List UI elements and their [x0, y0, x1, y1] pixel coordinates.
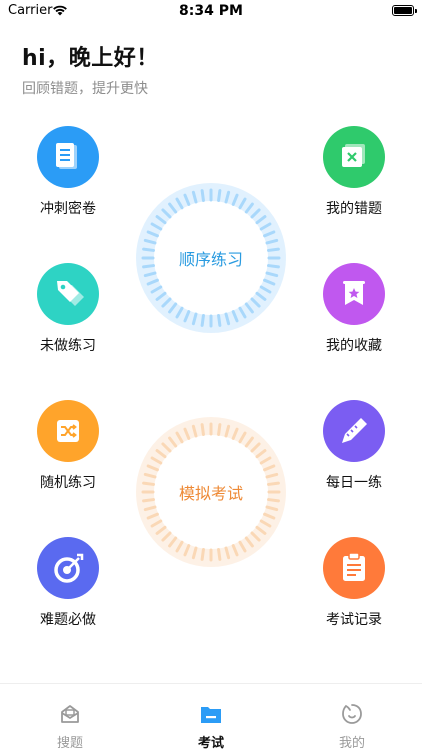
pencil-icon [323, 400, 385, 462]
feature-random-practice[interactable]: 随机练习 [8, 400, 128, 492]
feature-sprint-paper[interactable]: 冲刺密卷 [8, 126, 128, 218]
tab-exam[interactable]: 考试 [141, 684, 281, 751]
feature-label: 随机练习 [40, 475, 96, 491]
feature-daily-practice[interactable]: 每日一练 [294, 400, 414, 492]
ring-tick [217, 423, 222, 436]
feature-my-favorites[interactable]: 我的收藏 [294, 263, 414, 355]
ring-tick [217, 189, 222, 202]
feature-label: 未做练习 [40, 338, 96, 354]
mock-exam-button[interactable]: 模拟考试 [135, 416, 287, 568]
feature-hard-questions[interactable]: 难题必做 [8, 537, 128, 629]
feature-exam-records[interactable]: 考试记录 [294, 537, 414, 629]
tab-profile[interactable]: 我的 [282, 684, 422, 751]
target-icon [37, 537, 99, 599]
feature-label: 我的收藏 [326, 338, 382, 354]
tab-label: 搜题 [56, 736, 83, 751]
battery-icon [392, 5, 417, 16]
status-time: 8:34 PM [179, 3, 243, 19]
tag-icon [37, 263, 99, 325]
sequential-practice-label: 顺序练习 [178, 250, 243, 269]
ring-tick [200, 423, 205, 436]
profile-icon [342, 704, 362, 724]
greeting-title: hi，晚上好！ [22, 46, 159, 71]
feature-label: 考试记录 [326, 612, 382, 628]
tab-bar: 搜题 考试 我的 [0, 683, 422, 751]
exam-folder-icon [201, 707, 221, 723]
bookmark-star-icon [323, 263, 385, 325]
ring-tick [217, 314, 222, 327]
feature-label: 难题必做 [40, 612, 96, 628]
status-bar: Carrier 8:34 PM [0, 0, 422, 24]
ring-tick [217, 548, 222, 561]
clipboard-icon [323, 537, 385, 599]
feature-my-wrong-answers[interactable]: 我的错题 [294, 126, 414, 218]
shuffle-icon [37, 400, 99, 462]
feature-label: 每日一练 [326, 475, 382, 491]
mock-exam-label: 模拟考试 [178, 484, 243, 503]
sequential-practice-button[interactable]: 顺序练习 [135, 182, 287, 334]
feature-label: 冲刺密卷 [40, 201, 96, 217]
tab-label: 我的 [338, 736, 365, 751]
exam-paper-icon [37, 126, 99, 188]
ring-tick [200, 314, 205, 327]
wrong-answer-icon [323, 126, 385, 188]
search-question-icon [61, 705, 79, 723]
feature-undone-practice[interactable]: 未做练习 [8, 263, 128, 355]
greeting-subtitle: 回顾错题，提升更快 [22, 81, 148, 97]
ring-tick [200, 189, 205, 202]
tab-label: 考试 [197, 736, 224, 751]
feature-label: 我的错题 [326, 201, 382, 217]
tab-search-question[interactable]: 搜题 [0, 684, 140, 751]
ring-tick [200, 548, 205, 561]
